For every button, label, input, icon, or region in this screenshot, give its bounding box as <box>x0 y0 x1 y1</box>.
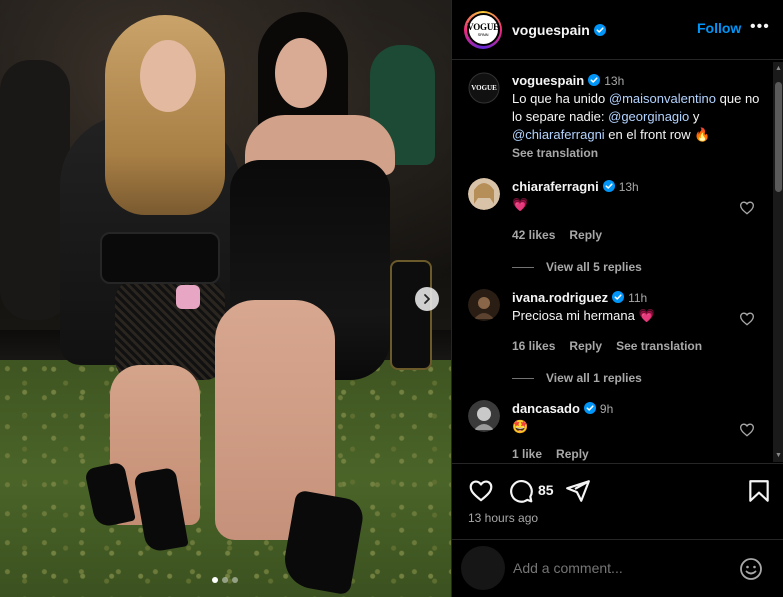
comment-body: ivana.rodriguez 11h Preciosa mi hermana 💗 <box>512 289 762 325</box>
chevron-right-icon <box>424 294 430 304</box>
comment-time[interactable]: 11h <box>628 291 647 305</box>
header-username-text[interactable]: voguespain <box>512 22 590 38</box>
commenter-avatar[interactable] <box>468 400 500 432</box>
caption-text: Lo que ha unido <box>512 91 609 106</box>
scroll-down-arrow-icon[interactable]: ▼ <box>774 451 783 460</box>
post-sidebar: VOGUE SPAIN voguespain Follow ••• VOGUE … <box>451 0 783 597</box>
woman-right-bag <box>390 260 432 370</box>
post-image[interactable] <box>0 0 451 597</box>
next-image-button[interactable] <box>415 287 439 311</box>
reply-button[interactable]: Reply <box>569 228 602 242</box>
see-translation-link[interactable]: See translation <box>512 146 598 160</box>
comment-text: 💗 <box>512 197 529 212</box>
comment-meta: 16 likes Reply See translation <box>512 339 716 353</box>
svg-text:VOGUE: VOGUE <box>471 84 497 92</box>
avatar-text: VOGUE <box>467 22 499 32</box>
view-replies-button[interactable]: View all 5 replies <box>512 260 642 274</box>
commenter-avatar[interactable] <box>468 289 500 321</box>
mention-link[interactable]: @georginagio <box>608 109 689 124</box>
avatar-photo-icon <box>468 178 500 210</box>
scroll-up-arrow-icon[interactable]: ▲ <box>774 64 783 73</box>
follow-button[interactable]: Follow <box>697 20 741 36</box>
add-comment-input[interactable] <box>513 560 733 576</box>
reply-divider <box>512 377 534 379</box>
verified-badge-icon <box>602 180 615 192</box>
avatar-subtext: SPAIN <box>477 32 489 37</box>
reply-divider <box>512 266 534 268</box>
comment-username[interactable]: chiaraferragni <box>512 179 599 194</box>
vogue-avatar-icon: VOGUE <box>468 72 500 104</box>
see-translation-link[interactable]: See translation <box>616 339 702 353</box>
like-comment-heart-icon[interactable] <box>739 311 755 327</box>
commenter-avatar[interactable] <box>468 178 500 210</box>
caption-avatar[interactable]: VOGUE <box>468 72 500 104</box>
verified-badge-icon <box>593 23 606 36</box>
verified-badge-icon <box>612 291 625 303</box>
comments-scrollbar[interactable]: ▲ ▼ <box>773 62 783 462</box>
scroll-thumb[interactable] <box>775 82 782 192</box>
woman-right-face <box>275 38 327 108</box>
reply-button[interactable]: Reply <box>556 447 589 461</box>
comment-icon[interactable] <box>508 478 534 504</box>
mention-link[interactable]: @chiaraferragni <box>512 127 605 142</box>
carousel-dot <box>232 577 238 583</box>
heart-icon[interactable] <box>468 478 494 504</box>
pink-phone <box>176 285 200 309</box>
comment-text: 🤩 <box>512 419 529 434</box>
vogue-logo: VOGUE SPAIN <box>466 13 500 46</box>
woman-left-bag <box>100 232 220 284</box>
comment-count[interactable]: 85 <box>538 482 554 498</box>
like-comment-heart-icon[interactable] <box>739 422 755 438</box>
comment-username[interactable]: dancasado <box>512 401 580 416</box>
header-username[interactable]: voguespain <box>512 22 606 38</box>
more-options-icon[interactable]: ••• <box>750 18 770 36</box>
comment-body: chiaraferragni 13h 💗 <box>512 178 762 214</box>
current-user-avatar[interactable] <box>461 546 505 590</box>
comments-list[interactable]: VOGUE voguespain 13h Lo que ha unido @mai… <box>452 61 783 463</box>
woman-left-face <box>140 40 196 112</box>
comment-likes[interactable]: 1 like <box>512 447 542 461</box>
comment-likes[interactable]: 16 likes <box>512 339 555 353</box>
view-replies-text[interactable]: View all 1 replies <box>546 371 642 385</box>
comment-body: dancasado 9h 🤩 <box>512 400 762 436</box>
mention-link[interactable]: @maisonvalentino <box>609 91 716 106</box>
comment-username[interactable]: ivana.rodriguez <box>512 290 608 305</box>
view-replies-text[interactable]: View all 5 replies <box>546 260 642 274</box>
carousel-dot <box>222 577 228 583</box>
comment-time[interactable]: 13h <box>619 180 639 194</box>
comment-meta: 1 like Reply <box>512 447 603 461</box>
verified-badge-icon <box>583 402 596 414</box>
caption-username[interactable]: voguespain <box>512 73 584 88</box>
caption-body: voguespain 13h Lo que ha unido @maisonval… <box>512 72 772 162</box>
like-comment-heart-icon[interactable] <box>739 200 755 216</box>
avatar-photo-icon <box>468 289 500 321</box>
caption-text: en el front row 🔥 <box>604 127 711 142</box>
post-time-ago[interactable]: 13 hours ago <box>468 511 538 525</box>
bookmark-icon[interactable] <box>746 478 772 504</box>
comment-time[interactable]: 9h <box>600 402 613 416</box>
comment-text: Preciosa mi hermana 💗 <box>512 308 655 323</box>
post-actions: 85 13 hours ago <box>452 463 783 539</box>
reply-button[interactable]: Reply <box>569 339 602 353</box>
avatar-photo-icon <box>468 400 500 432</box>
share-icon[interactable] <box>565 478 591 504</box>
carousel-dot <box>212 577 218 583</box>
caption-time[interactable]: 13h <box>604 74 624 88</box>
carousel-dots <box>212 577 238 583</box>
emoji-icon[interactable] <box>739 557 763 581</box>
comment-meta: 42 likes Reply <box>512 228 616 242</box>
view-replies-button[interactable]: View all 1 replies <box>512 371 642 385</box>
comment-likes[interactable]: 42 likes <box>512 228 555 242</box>
caption-text: y <box>689 109 700 124</box>
add-comment-bar <box>452 539 783 597</box>
post-header: VOGUE SPAIN voguespain Follow ••• <box>452 0 783 60</box>
verified-badge-icon <box>588 74 601 86</box>
account-avatar[interactable]: VOGUE SPAIN <box>464 10 502 49</box>
